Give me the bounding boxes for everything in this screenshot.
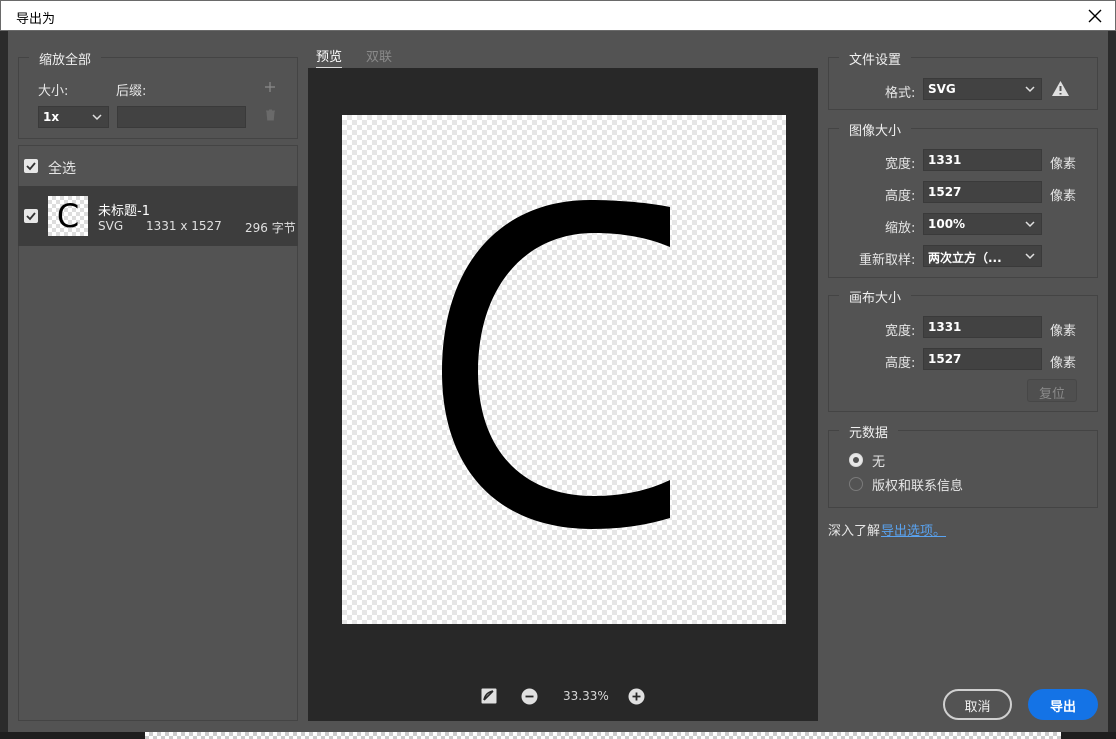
metadata-copyright-radio[interactable] <box>849 477 863 491</box>
checkmark-icon <box>26 212 36 221</box>
asset-thumbnail: C <box>48 196 88 236</box>
scale-label: 缩放: <box>885 221 916 236</box>
tab-2-up[interactable]: 双联 <box>366 46 392 65</box>
export-button[interactable]: 导出 <box>1028 689 1098 720</box>
canvas-width-unit: 像素 <box>1050 324 1077 339</box>
select-all-checkbox[interactable] <box>24 159 38 173</box>
format-select-value: SVG <box>928 82 956 96</box>
asset-checkbox[interactable] <box>24 209 38 223</box>
size-select[interactable]: 1x <box>38 106 109 128</box>
preview-canvas <box>342 115 786 624</box>
scale-all-legend: 缩放全部 <box>29 49 102 68</box>
resample-label: 重新取样: <box>859 253 916 268</box>
chevron-down-icon <box>92 114 102 121</box>
zoom-level: 33.33% <box>563 689 609 703</box>
metadata-group <box>828 430 1098 508</box>
title-bar: 导出为 <box>0 0 1116 31</box>
canvas-width-input[interactable]: 1331 <box>923 316 1042 338</box>
metadata-none-label: 无 <box>872 455 886 470</box>
fit-view-icon[interactable] <box>480 687 498 705</box>
select-all-label: 全选 <box>48 161 76 177</box>
canvas-letter <box>442 200 670 529</box>
learn-more-text: 深入了解 <box>828 524 881 539</box>
chevron-down-icon <box>1025 86 1035 93</box>
zoom-out-icon[interactable] <box>521 688 538 705</box>
canvas-height-input[interactable]: 1527 <box>923 348 1042 370</box>
zoom-in-icon[interactable] <box>628 688 645 705</box>
asset-name: 未标题-1 <box>98 204 150 219</box>
reset-button[interactable]: 复位 <box>1027 379 1077 402</box>
image-width-label: 宽度: <box>885 157 916 172</box>
image-size-legend: 图像大小 <box>839 120 912 139</box>
scale-select-value: 100% <box>928 217 966 231</box>
canvas-height-unit: 像素 <box>1050 356 1077 371</box>
image-height-input[interactable]: 1527 <box>923 181 1042 203</box>
metadata-copyright-label: 版权和联系信息 <box>872 479 964 494</box>
resample-select-value: 两次立方（... <box>928 251 1002 265</box>
trash-icon[interactable] <box>265 109 276 121</box>
asset-dimensions: 1331 x 1527 <box>146 219 222 233</box>
suffix-label: 后缀: <box>116 84 147 99</box>
image-width-unit: 像素 <box>1050 157 1077 172</box>
resample-select[interactable]: 两次立方（... <box>923 245 1042 267</box>
chevron-down-icon <box>1025 221 1035 228</box>
image-width-input[interactable]: 1331 <box>923 149 1042 171</box>
background-canvas-strip <box>145 732 1061 739</box>
suffix-input[interactable] <box>117 106 246 128</box>
asset-filesize: 296 字节 <box>245 221 296 235</box>
canvas-width-label: 宽度: <box>885 324 916 339</box>
canvas-size-legend: 画布大小 <box>839 287 912 306</box>
metadata-legend: 元数据 <box>839 422 899 441</box>
checkmark-icon <box>26 162 36 171</box>
window-title: 导出为 <box>16 12 56 27</box>
scale-select[interactable]: 100% <box>923 213 1042 235</box>
warning-icon[interactable] <box>1051 80 1070 97</box>
canvas-height-label: 高度: <box>885 356 916 371</box>
export-options-link[interactable]: 导出选项。 <box>881 520 946 539</box>
size-select-value: 1x <box>43 110 60 124</box>
image-height-label: 高度: <box>885 189 916 204</box>
cancel-button[interactable]: 取消 <box>943 689 1012 720</box>
format-select[interactable]: SVG <box>923 78 1042 100</box>
file-settings-legend: 文件设置 <box>839 49 912 68</box>
tab-preview[interactable]: 预览 <box>316 46 343 69</box>
thumbnail-glyph: C <box>56 197 80 235</box>
asset-format: SVG <box>98 219 124 233</box>
close-icon[interactable] <box>1085 6 1105 26</box>
image-height-unit: 像素 <box>1050 189 1077 204</box>
chevron-down-icon <box>1025 253 1035 260</box>
size-label: 大小: <box>38 84 69 99</box>
metadata-none-radio[interactable] <box>849 453 863 467</box>
format-label: 格式: <box>885 86 916 101</box>
add-icon[interactable] <box>264 81 276 93</box>
